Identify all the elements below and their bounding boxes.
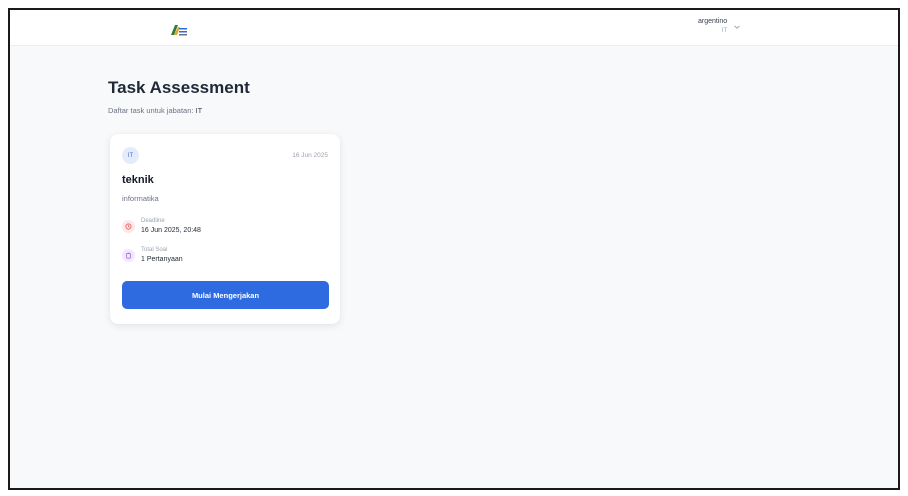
deadline-value: 16 Jun 2025, 20:48 <box>141 227 201 234</box>
task-description: informatika <box>122 194 159 203</box>
department-badge: IT <box>122 147 139 164</box>
task-title: teknik <box>122 174 154 186</box>
page-subtitle: Daftar task untuk jabatan: IT <box>108 106 202 115</box>
subtitle-prefix: Daftar task untuk jabatan: <box>108 106 196 115</box>
total-questions-label: Total Soal <box>141 247 168 253</box>
deadline-row: Deadline 16 Jun 2025, 20:48 <box>122 218 201 234</box>
subtitle-position: IT <box>195 106 203 115</box>
chevron-down-icon[interactable] <box>733 23 741 31</box>
app-logo-icon[interactable] <box>170 23 188 36</box>
user-role: IT <box>721 28 728 34</box>
top-navbar: argentino IT <box>10 10 898 46</box>
clipboard-icon <box>122 248 135 262</box>
task-card: IT 16 Jun 2025 teknik informatika Deadli… <box>110 134 340 324</box>
page-title: Task Assessment <box>108 78 250 97</box>
task-date: 16 Jun 2025 <box>292 152 328 159</box>
total-questions-row: Total Soal 1 Pertanyaan <box>122 247 183 263</box>
user-menu[interactable]: argentino IT <box>698 18 741 34</box>
start-task-button[interactable]: Mulai Mengerjakan <box>122 281 329 309</box>
deadline-label: Deadline <box>141 218 165 224</box>
app-window: argentino IT Task Assessment Daftar task… <box>8 8 900 490</box>
user-name: argentino <box>698 18 728 25</box>
clock-icon <box>122 219 135 233</box>
total-questions-value: 1 Pertanyaan <box>141 256 183 263</box>
